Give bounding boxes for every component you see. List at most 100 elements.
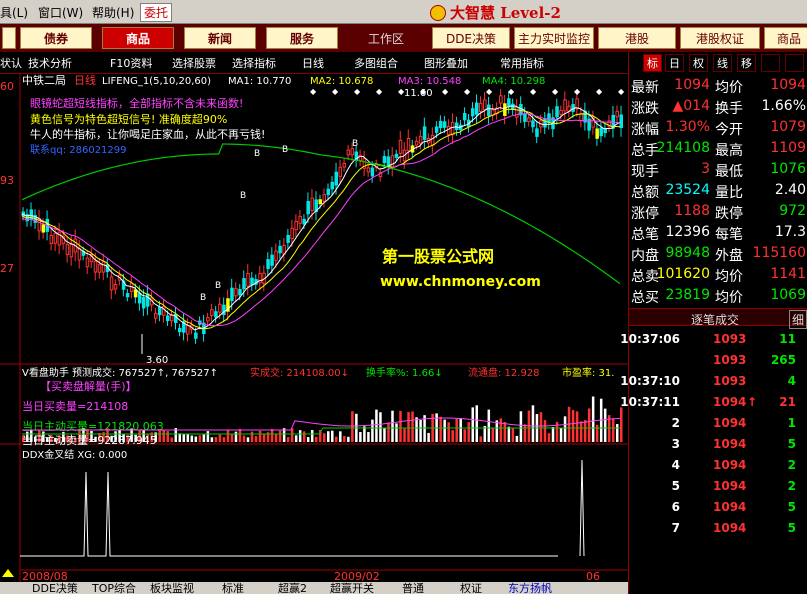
volume-bar <box>323 433 326 442</box>
volume-bar <box>563 416 567 442</box>
quote-label: 总卖 <box>631 269 659 285</box>
bottom-tab-standard[interactable]: 标准 <box>222 582 244 594</box>
volume-bar <box>178 433 182 442</box>
rtab-label[interactable]: 标 <box>643 54 662 72</box>
rtab-extra-2[interactable] <box>785 54 804 72</box>
rtab-day[interactable]: 日 <box>665 54 684 72</box>
volume-bar <box>278 430 282 442</box>
volume-bar <box>254 436 258 442</box>
candle-body <box>370 167 375 177</box>
tick-volume: 5 <box>787 500 796 514</box>
candle-body <box>157 306 162 316</box>
candle-body <box>406 137 411 152</box>
bottom-tab-dde[interactable]: DDE决策 <box>32 582 78 594</box>
volume-bar <box>571 410 575 442</box>
nav-goods[interactable]: 商品 <box>764 27 807 49</box>
volume-bar <box>479 436 483 442</box>
quote-label: 外盘 <box>715 248 743 264</box>
rtab-rights[interactable]: 权 <box>689 54 708 72</box>
toolbar-f10[interactable]: F10资料 <box>110 55 152 71</box>
quote-value: 98948 <box>665 245 710 261</box>
scroll-marker-icon[interactable] <box>2 569 14 577</box>
nav-commodities[interactable]: 商品 <box>102 27 174 49</box>
quote-row: 涨停 1188 跌停 972 <box>629 202 807 223</box>
nav-scroll-left[interactable] <box>2 27 16 49</box>
toolbar-overlay[interactable]: 图形叠加 <box>424 55 468 71</box>
bottom-tab-super2[interactable]: 超赢2 <box>278 582 307 594</box>
toolbar-default[interactable]: 状认 <box>0 55 22 71</box>
volume-bar <box>611 418 615 442</box>
candle-body <box>310 197 314 211</box>
quote-label: 每笔 <box>715 227 743 243</box>
candle-body <box>250 277 254 286</box>
rtab-extra[interactable] <box>761 54 780 72</box>
candle-body <box>270 254 274 266</box>
volume-bar <box>242 435 246 442</box>
workspace-label[interactable]: 工作区 <box>368 30 404 47</box>
volume-bar <box>559 428 563 442</box>
toolbar-common-indicator[interactable]: 常用指标 <box>500 55 544 71</box>
nav-main-monitor[interactable]: 主力实时监控 <box>514 27 594 49</box>
candle-body <box>266 259 270 269</box>
chart-area[interactable]: 中铁二局 日线 LIFENG_1(5,10,20,60) MA1: 10.770… <box>0 73 628 583</box>
nav-dde[interactable]: DDE决策 <box>432 27 510 49</box>
quote-label: 总买 <box>631 290 659 306</box>
volume-bar <box>383 428 386 442</box>
menu-entrust[interactable]: 委托 <box>140 3 173 22</box>
bottom-tab-dongfang[interactable]: 东方扬帆 <box>508 582 552 594</box>
volume-bar <box>579 421 583 442</box>
toolbar-tech-analysis[interactable]: 技术分析 <box>28 55 72 71</box>
nav-hk[interactable]: 港股 <box>598 27 676 49</box>
signal-diamond-icon: ◆ <box>398 87 405 96</box>
candle-body <box>475 102 479 115</box>
y-tick-3: 27 <box>0 262 14 275</box>
toolbar-select-stock[interactable]: 选择股票 <box>172 55 216 71</box>
candle-body <box>137 292 142 304</box>
signal-diamond-icon: ◆ <box>376 87 383 96</box>
time-tick-3: 06 <box>586 570 600 582</box>
volume-bar <box>415 417 418 442</box>
candle-body <box>523 113 527 122</box>
candle-body <box>302 218 306 225</box>
nav-hk-warrant[interactable]: 港股权证 <box>680 27 760 49</box>
volume-bar <box>387 422 390 442</box>
signal-diamond-icon: ◆ <box>420 87 427 96</box>
candle-body <box>186 325 190 335</box>
candle-body <box>483 99 487 111</box>
quote-value: 1094 <box>770 77 806 93</box>
tick-volume: 4 <box>787 374 796 388</box>
rtab-line[interactable]: 线 <box>713 54 732 72</box>
bottom-tab-switch[interactable]: 超赢开关 <box>330 582 374 594</box>
quote-row: 现手 3 最低 1076 <box>629 160 807 181</box>
quote-label: 今开 <box>715 122 743 138</box>
volume-bar <box>363 426 366 442</box>
quote-row: 总手 214108 最高 1109 <box>629 139 807 160</box>
bottom-tab-block[interactable]: 板块监视 <box>150 582 194 594</box>
bottom-tab-normal[interactable]: 普通 <box>402 582 424 594</box>
volume-bar <box>214 437 218 442</box>
quote-label: 最新 <box>631 80 659 96</box>
volume-bar <box>615 424 619 442</box>
nav-bonds[interactable]: 债券 <box>20 27 92 49</box>
volume-bar <box>519 411 523 442</box>
nav-service[interactable]: 服务 <box>266 27 338 49</box>
nav-news[interactable]: 新闻 <box>184 27 256 49</box>
menu-tools[interactable]: 具(L) <box>0 4 28 21</box>
ticks-detail-button[interactable]: 细 <box>789 310 807 329</box>
candle-body <box>153 312 158 319</box>
volume-bar <box>339 431 342 442</box>
quote-label: 涨跌 <box>631 101 659 117</box>
menu-help[interactable]: 帮助(H) <box>92 4 134 21</box>
bottom-tab-warrant[interactable]: 权证 <box>460 582 482 594</box>
candle-body <box>470 108 475 117</box>
menu-window[interactable]: 窗口(W) <box>38 4 83 21</box>
toolbar-daily[interactable]: 日线 <box>302 55 324 71</box>
toolbar-multi-chart[interactable]: 多图组合 <box>354 55 398 71</box>
bottom-tab-top[interactable]: TOP综合 <box>92 582 136 594</box>
quote-value: 12396 <box>665 224 710 240</box>
candle-body <box>519 103 523 116</box>
brand-text: 大智慧 Level-2 <box>450 4 561 22</box>
rtab-move[interactable]: 移 <box>737 54 756 72</box>
quote-value: 115160 <box>752 245 806 261</box>
toolbar-select-indicator[interactable]: 选择指标 <box>232 55 276 71</box>
